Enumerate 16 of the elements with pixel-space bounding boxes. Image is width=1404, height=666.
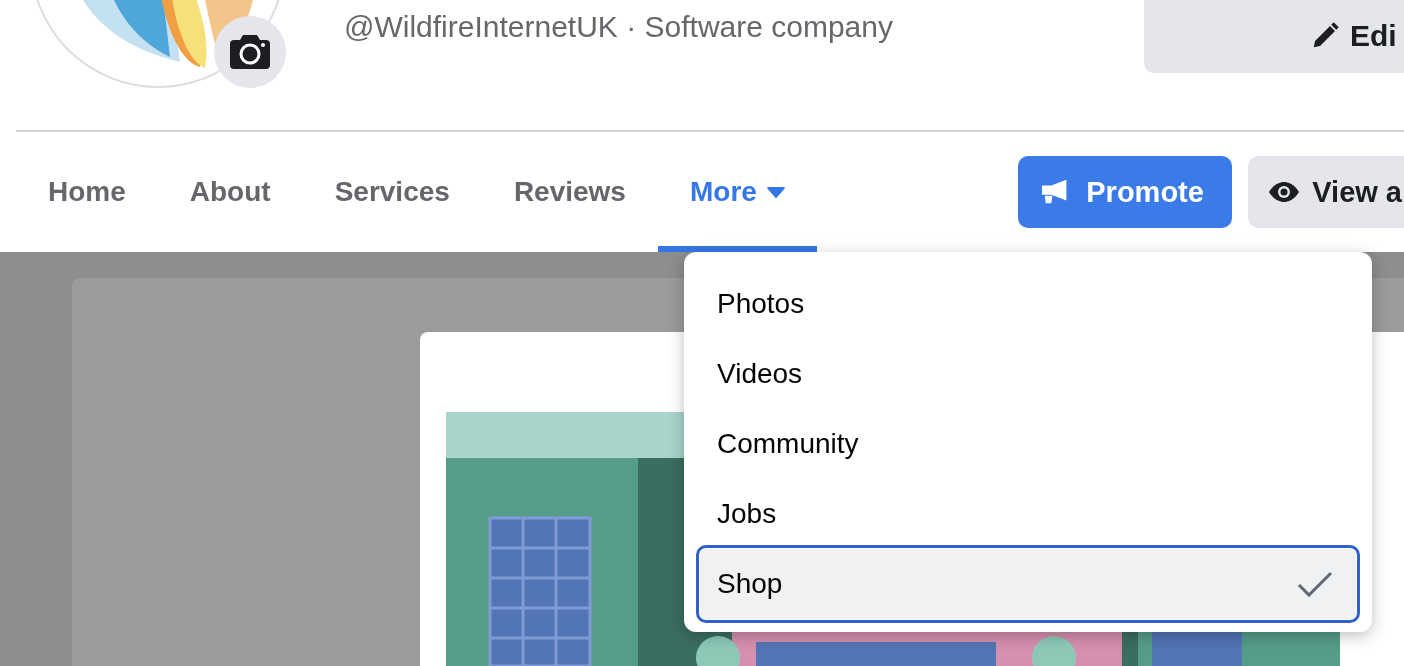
menu-item[interactable]: Community [700,409,1356,479]
menu-item[interactable]: Videos [700,339,1356,409]
menu-item[interactable]: Jobs [700,479,1356,549]
nav-tab[interactable]: Services [302,132,482,252]
eye-icon [1268,182,1301,202]
edit-button[interactable]: Edi [1144,0,1404,73]
nav-tab[interactable]: Home [16,132,158,252]
page-handle: @WildfireInternetUK · Software company [344,10,893,44]
view-button[interactable]: View a [1248,156,1404,228]
nav-tab[interactable]: About [157,132,303,252]
caret-icon [766,186,785,198]
nav-tab[interactable]: Reviews [481,132,658,252]
promote-button[interactable]: Promote [1018,156,1233,228]
camera-icon [230,35,270,69]
menu-item[interactable]: Photos [700,269,1356,339]
checkmark-icon [1297,571,1333,597]
